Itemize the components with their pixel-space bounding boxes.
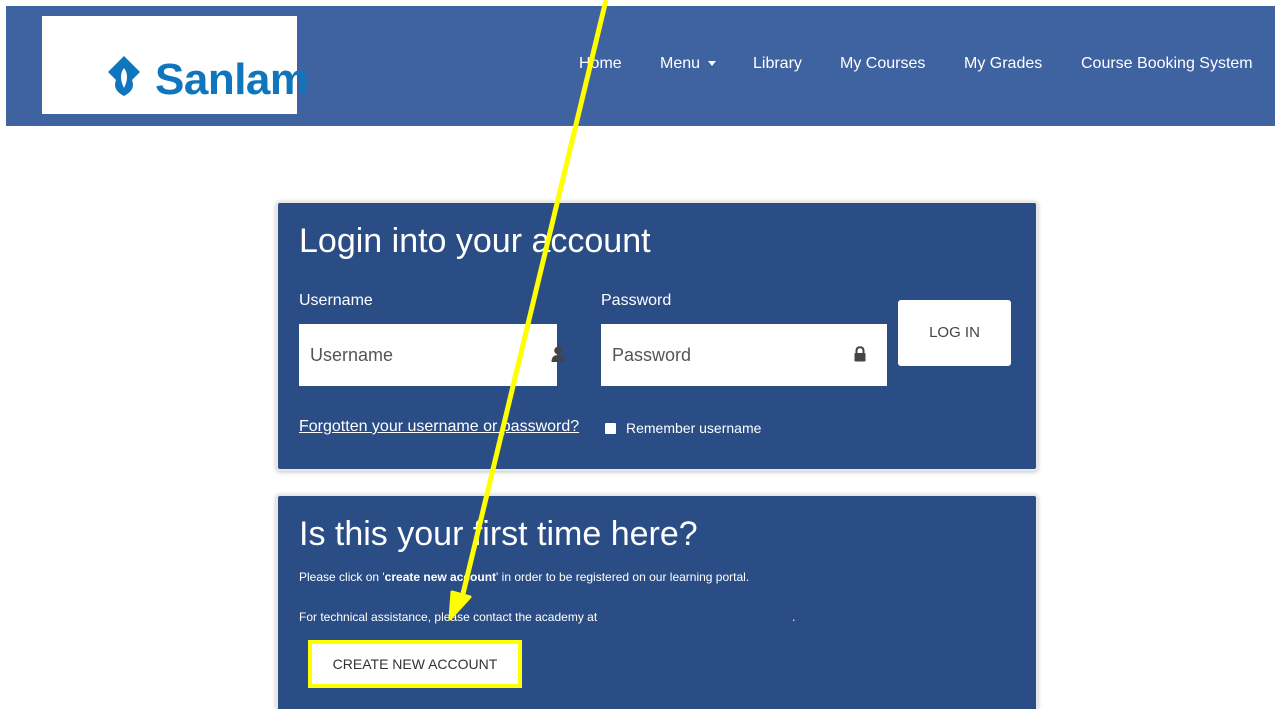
brand-logo-icon [108,56,140,96]
password-label: Password [601,292,672,309]
remember-username-label: Remember username [626,420,762,436]
first-time-instructions: Please click on 'create new account' in … [299,570,749,584]
remember-username[interactable]: Remember username [605,420,761,436]
nav-course-booking-system[interactable]: Course Booking System [1081,55,1253,73]
login-title: Login into your account [299,222,651,260]
technical-assistance-text: For technical assistance, please contact… [299,610,598,624]
login-button[interactable]: LOG IN [898,300,1011,366]
password-input[interactable] [601,324,887,386]
create-new-account-button[interactable]: CREATE NEW ACCOUNT [308,640,522,688]
username-label: Username [299,292,373,309]
password-field-wrapper [601,324,887,386]
instructions-suffix: ' in order to be registered on our learn… [496,570,750,584]
nav-menu[interactable]: Menu [660,55,717,73]
nav-home[interactable]: Home [579,55,622,73]
username-field-wrapper [299,324,565,386]
brand-name: Sanlam [155,55,309,104]
nav-library[interactable]: Library [753,55,802,73]
login-panel: Login into your account Username Passwor… [276,201,1038,471]
user-icon [551,346,565,362]
username-input[interactable] [299,324,557,386]
remember-username-checkbox[interactable] [605,422,616,434]
instructions-bold: create new account [384,570,497,584]
technical-assistance-end: . [792,610,796,624]
first-time-panel: Is this your first time here? Please cli… [276,494,1038,709]
lock-icon [854,346,866,362]
nav-my-grades[interactable]: My Grades [964,55,1042,73]
caret-down-icon [708,61,717,67]
forgot-password-link[interactable]: Forgotten your username or password? [299,418,579,436]
instructions-prefix: Please click on ' [299,570,385,584]
brand-logo[interactable]: Sanlam [42,16,309,114]
first-time-title: Is this your first time here? [299,515,698,553]
nav-my-courses[interactable]: My Courses [840,55,925,73]
nav-menu-label: Menu [660,55,701,72]
